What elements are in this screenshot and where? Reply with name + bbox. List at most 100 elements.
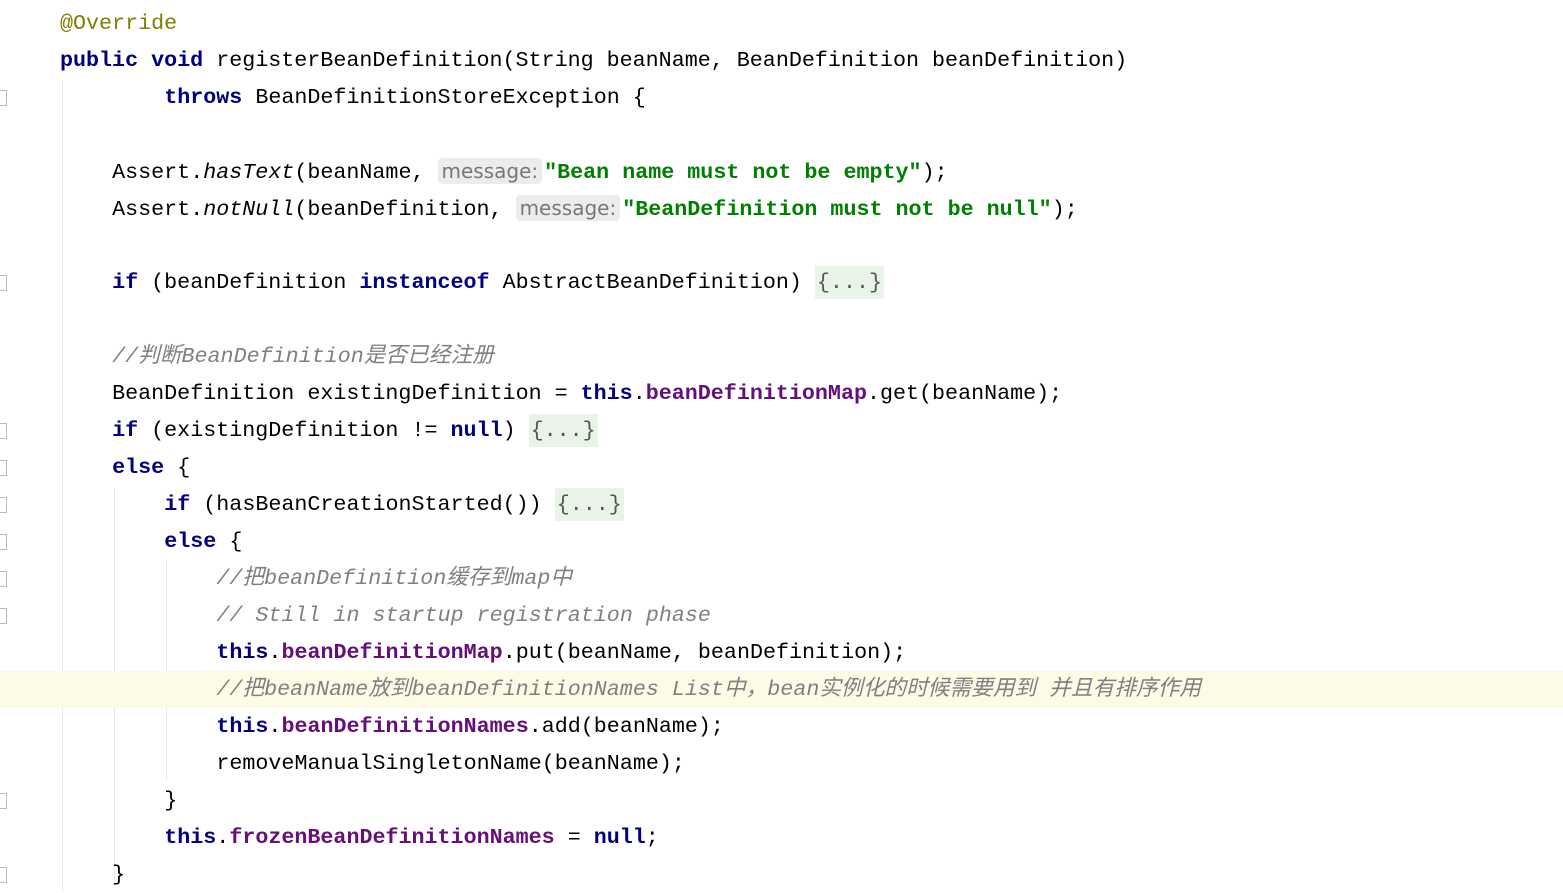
code-line[interactable]: //把beanDefinition缓存到map中 [0, 560, 1563, 597]
code-line[interactable] [0, 301, 1563, 338]
code-token: Assert. [112, 197, 204, 222]
code-token: { [229, 529, 243, 554]
code-token: ) [502, 418, 529, 443]
fold-toggle-icon[interactable] [0, 608, 7, 624]
fold-toggle-icon[interactable] [0, 793, 7, 809]
static-method-token: hasText [203, 160, 295, 185]
code-line[interactable]: this.frozenBeanDefinitionNames = null; [0, 819, 1563, 856]
code-token: .add(beanName); [528, 714, 724, 739]
code-token: BeanDefinition existingDefinition = [112, 381, 581, 406]
code-line-content: if (beanDefinition instanceof AbstractBe… [112, 264, 884, 301]
code-line-content: } [112, 856, 125, 893]
folded-code-block[interactable]: {...} [814, 266, 884, 299]
comment: //判断BeanDefinition是否已经注册 [112, 344, 494, 369]
code-token: } [112, 862, 126, 887]
code-line[interactable]: //判断BeanDefinition是否已经注册 [0, 338, 1563, 375]
code-line[interactable] [0, 227, 1563, 264]
code-line-content: BeanDefinition existingDefinition = this… [112, 375, 1062, 412]
string-literal: "Bean name must not be empty" [544, 160, 922, 185]
code-line[interactable]: if (existingDefinition != null) {...} [0, 412, 1563, 449]
comment: // Still in startup registration phase [216, 603, 711, 628]
fold-toggle-icon[interactable] [0, 867, 7, 883]
code-token: Assert. [112, 160, 204, 185]
code-line-content: if (existingDefinition != null) {...} [112, 412, 598, 449]
code-line[interactable]: @Override [0, 5, 1563, 42]
code-token: (beanName, [294, 160, 438, 185]
code-line-content: // Still in startup registration phase [216, 597, 711, 634]
code-line[interactable]: public void registerBeanDefinition(Strin… [0, 42, 1563, 79]
code-line[interactable]: if (beanDefinition instanceof AbstractBe… [0, 264, 1563, 301]
code-token: } [164, 788, 178, 813]
keyword-token: throws [164, 85, 256, 110]
parameter-hint: message: [437, 158, 543, 184]
keyword-token: else [112, 455, 178, 480]
fold-toggle-icon[interactable] [0, 534, 7, 550]
code-token: . [216, 825, 230, 850]
fold-toggle-icon[interactable] [0, 275, 7, 291]
code-line[interactable]: //把beanName放到beanDefinitionNames List中，b… [0, 671, 1563, 708]
keyword-token: null [593, 825, 646, 850]
code-line-content: Assert.hasText(beanName, message: "Bean n… [112, 153, 948, 191]
fold-toggle-icon[interactable] [0, 423, 7, 439]
code-line[interactable]: this.beanDefinitionMap.put(beanName, bea… [0, 634, 1563, 671]
code-line[interactable]: this.beanDefinitionNames.add(beanName); [0, 708, 1563, 745]
keyword-token: if [112, 418, 152, 443]
fold-toggle-icon[interactable] [0, 497, 7, 513]
code-line[interactable]: } [0, 856, 1563, 893]
comment: //把beanDefinition缓存到map中 [216, 566, 573, 591]
folded-code-block[interactable]: {...} [554, 488, 624, 521]
code-line[interactable]: else { [0, 449, 1563, 486]
field-token: beanDefinitionNames [281, 714, 529, 739]
code-line[interactable]: Assert.hasText(beanName, message: "Bean n… [0, 153, 1563, 190]
code-line-content: @Override [60, 5, 177, 42]
code-line-content: //把beanDefinition缓存到map中 [216, 560, 572, 597]
code-line[interactable]: else { [0, 523, 1563, 560]
code-token: . [268, 714, 282, 739]
field-token: beanDefinitionMap [645, 381, 867, 406]
code-line[interactable]: removeManualSingletonName(beanName); [0, 745, 1563, 782]
code-line-content: this.beanDefinitionNames.add(beanName); [216, 708, 724, 745]
fold-toggle-icon[interactable] [0, 460, 7, 476]
code-line[interactable]: throws BeanDefinitionStoreException { [0, 79, 1563, 116]
annotation: @Override [60, 11, 178, 36]
code-token: { [177, 455, 191, 480]
code-line[interactable] [0, 116, 1563, 153]
code-token: ; [645, 825, 659, 850]
code-token: ); [1051, 197, 1078, 222]
string-literal: "BeanDefinition must not be null" [622, 197, 1052, 222]
code-token: . [632, 381, 646, 406]
code-line-content: Assert.notNull(beanDefinition, message: "… [112, 190, 1078, 228]
code-line-content: throws BeanDefinitionStoreException { [164, 79, 646, 116]
keyword-token: this [216, 714, 269, 739]
code-token: .put(beanName, beanDefinition); [502, 640, 907, 665]
code-line[interactable]: if (hasBeanCreationStarted()) {...} [0, 486, 1563, 523]
code-token: (hasBeanCreationStarted()) [203, 492, 555, 517]
code-line[interactable]: // Still in startup registration phase [0, 597, 1563, 634]
fold-toggle-icon[interactable] [0, 571, 7, 587]
code-token: BeanDefinitionStoreException { [255, 85, 646, 110]
code-token: (beanDefinition [151, 270, 360, 295]
code-line[interactable]: Assert.notNull(beanDefinition, message: "… [0, 190, 1563, 227]
keyword-token: if [112, 270, 152, 295]
code-line-content: public void registerBeanDefinition(Strin… [60, 42, 1127, 79]
code-token: ); [921, 160, 948, 185]
code-token: (existingDefinition != [151, 418, 451, 443]
keyword-token: null [450, 418, 503, 443]
code-token: (beanDefinition, [294, 197, 516, 222]
code-line[interactable]: } [0, 782, 1563, 819]
comment: //把beanName放到beanDefinitionNames List中，b… [216, 677, 1202, 702]
parameter-hint: message: [515, 195, 621, 221]
code-line[interactable]: BeanDefinition existingDefinition = this… [0, 375, 1563, 412]
code-line-content: //判断BeanDefinition是否已经注册 [112, 338, 494, 375]
folded-code-block[interactable]: {...} [528, 414, 598, 447]
code-line-content: removeManualSingletonName(beanName); [216, 745, 685, 782]
keyword-token: public void [60, 48, 217, 73]
code-editor[interactable]: @Override public void registerBeanDefinit… [0, 0, 1563, 891]
keyword-token: this [164, 825, 217, 850]
keyword-token: if [164, 492, 204, 517]
code-token: registerBeanDefinition(String beanName, … [216, 48, 1128, 73]
static-method-token: notNull [203, 197, 295, 222]
code-token: . [268, 640, 282, 665]
fold-toggle-icon[interactable] [0, 90, 7, 106]
code-line-content: this.frozenBeanDefinitionNames = null; [164, 819, 659, 856]
